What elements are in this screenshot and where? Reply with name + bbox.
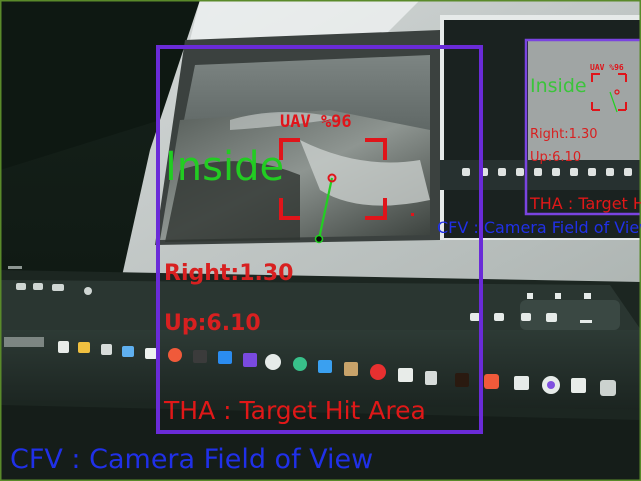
camera-frame: UAV %96 Inside Right:1.30 Up:6.10 THA : …	[0, 0, 641, 481]
preview-text-layer: UAV %96 Inside Right:1.30 Up:6.10 THA : …	[0, 0, 641, 481]
preview-inside-label: Inside	[530, 75, 587, 97]
preview-uav-label: UAV %96	[590, 63, 624, 72]
preview-up-label: Up:6.10	[530, 150, 582, 165]
preview-cfv-caption: CFV : Camera Field of View	[437, 218, 641, 237]
preview-tha-caption: THA : Target Hit Area	[530, 194, 641, 213]
preview-right-label: Right:1.30	[530, 127, 598, 142]
